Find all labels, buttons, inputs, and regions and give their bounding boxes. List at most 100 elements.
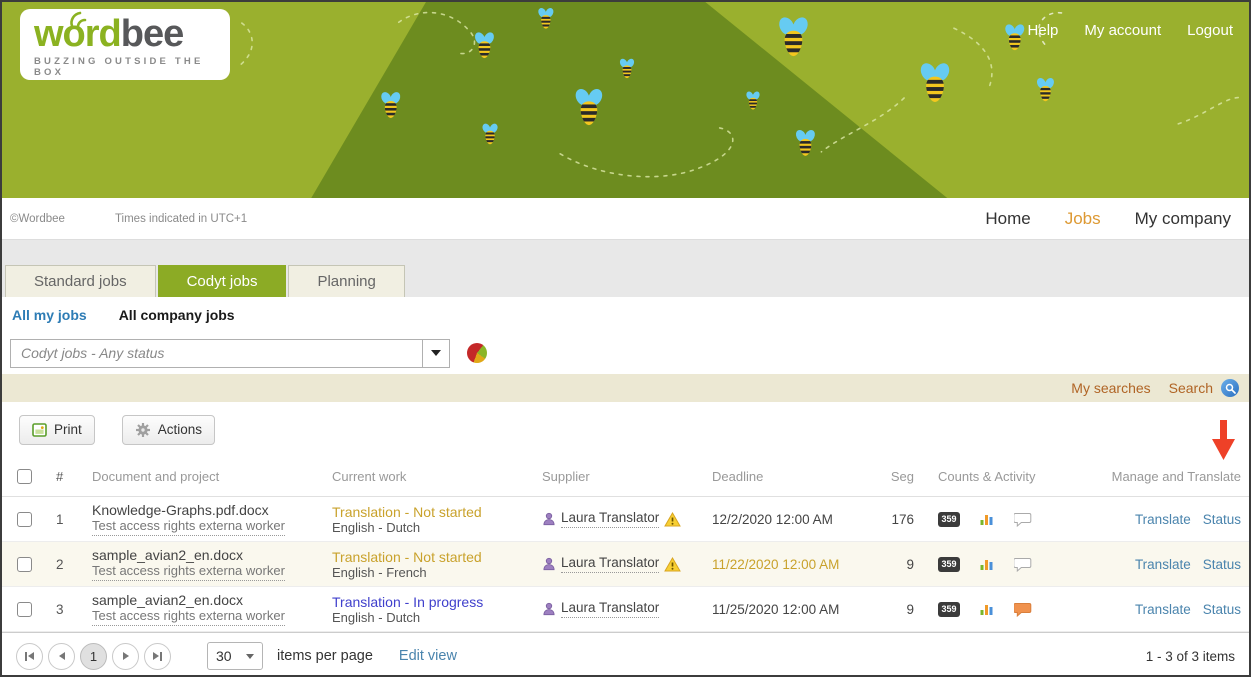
bee-icon	[745, 90, 761, 109]
page-size-value: 30	[216, 648, 232, 664]
table-row: 3 sample_avian2_en.docx Test access righ…	[2, 587, 1249, 632]
document-name[interactable]: Knowledge-Graphs.pdf.docx	[92, 502, 332, 518]
logo-bee: bee	[121, 13, 183, 55]
nav-jobs[interactable]: Jobs	[1065, 209, 1101, 229]
logo-tagline: BUZZING OUTSIDE THE BOX	[34, 56, 230, 78]
chevron-down-icon	[246, 654, 254, 659]
search-bar: My searches Search	[2, 374, 1249, 402]
jobs-tabstrip: Standard jobs Codyt jobs Planning	[2, 240, 1249, 297]
status-link[interactable]: Status	[1203, 602, 1241, 617]
person-icon	[542, 557, 556, 571]
row-checkbox[interactable]	[17, 512, 32, 527]
status-link[interactable]: Status	[1203, 557, 1241, 572]
segment-count: 176	[880, 512, 928, 527]
page-number-button[interactable]: 1	[80, 643, 107, 670]
tab-standard-jobs[interactable]: Standard jobs	[5, 265, 156, 297]
translate-link[interactable]: Translate	[1135, 602, 1191, 617]
activity-chart-icon[interactable]	[979, 512, 995, 526]
row-checkbox[interactable]	[17, 602, 32, 617]
person-icon	[542, 512, 556, 526]
status-link[interactable]: Status	[1203, 512, 1241, 527]
work-status: Translation - Not started	[332, 504, 542, 520]
project-name[interactable]: Test access rights externa worker	[92, 518, 285, 535]
annotation-arrow-down	[1211, 420, 1236, 460]
pie-chart-icon[interactable]	[467, 343, 487, 363]
bee-icon	[1035, 76, 1056, 101]
comment-icon[interactable]	[1014, 512, 1032, 527]
bee-icon	[776, 15, 810, 56]
supplier-name[interactable]: Laura Translator	[561, 555, 659, 573]
previous-page-button[interactable]	[48, 643, 75, 670]
table-row: 1 Knowledge-Graphs.pdf.docx Test access …	[2, 497, 1249, 542]
logo-text: wordbee	[34, 15, 230, 53]
word-count-icon[interactable]: 359	[938, 602, 960, 617]
work-status: Translation - Not started	[332, 549, 542, 565]
search-icon[interactable]	[1221, 379, 1239, 397]
activity-chart-icon[interactable]	[979, 557, 995, 571]
row-checkbox[interactable]	[17, 557, 32, 572]
subtab-all-my-jobs[interactable]: All my jobs	[12, 307, 87, 323]
print-button[interactable]: Print	[19, 415, 95, 445]
actions-toolbar: Print Actions	[2, 402, 1249, 457]
col-counts-activity: Counts & Activity	[928, 469, 1088, 484]
language-pair: English - Dutch	[332, 520, 542, 535]
page-size-select[interactable]: 30	[207, 642, 263, 670]
help-link[interactable]: Help	[1028, 22, 1059, 39]
col-document: Document and project	[92, 469, 332, 484]
document-name[interactable]: sample_avian2_en.docx	[92, 592, 332, 608]
my-account-link[interactable]: My account	[1084, 22, 1161, 39]
col-seg: Seg	[880, 469, 928, 484]
nav-home[interactable]: Home	[985, 209, 1030, 229]
language-pair: English - Dutch	[332, 610, 542, 625]
project-name[interactable]: Test access rights externa worker	[92, 563, 285, 580]
bee-icon	[573, 87, 605, 126]
word-count-icon[interactable]: 359	[938, 557, 960, 572]
pager: 1	[16, 643, 171, 670]
logout-link[interactable]: Logout	[1187, 22, 1233, 39]
status-filter-combo[interactable]: Codyt jobs - Any status	[10, 339, 450, 368]
activity-chart-icon[interactable]	[979, 602, 995, 616]
supplier-name[interactable]: Laura Translator	[561, 510, 659, 528]
items-range-label: 1 - 3 of 3 items	[1146, 649, 1235, 664]
comment-icon[interactable]	[1014, 557, 1032, 572]
timezone-note: Times indicated in UTC+1	[115, 213, 247, 225]
work-status: Translation - In progress	[332, 594, 542, 610]
nav-my-company[interactable]: My company	[1135, 209, 1231, 229]
subtab-all-company-jobs[interactable]: All company jobs	[119, 307, 235, 323]
print-button-label: Print	[54, 422, 82, 437]
tab-planning[interactable]: Planning	[288, 265, 404, 297]
edit-view-link[interactable]: Edit view	[399, 648, 457, 664]
brand-header: wordbee BUZZING OUTSIDE THE BOX Help My …	[2, 2, 1249, 198]
search-link[interactable]: Search	[1169, 380, 1213, 396]
warning-icon[interactable]	[664, 557, 681, 572]
last-page-button[interactable]	[144, 643, 171, 670]
wordbee-jobs-page: wordbee BUZZING OUTSIDE THE BOX Help My …	[0, 0, 1251, 677]
chevron-down-icon	[431, 350, 441, 356]
table-row: 2 sample_avian2_en.docx Test access righ…	[2, 542, 1249, 587]
next-page-button[interactable]	[112, 643, 139, 670]
document-name[interactable]: sample_avian2_en.docx	[92, 547, 332, 563]
translate-link[interactable]: Translate	[1135, 557, 1191, 572]
bee-icon	[1003, 23, 1026, 51]
bee-icon	[379, 90, 402, 118]
comment-icon-filled[interactable]	[1014, 602, 1032, 617]
word-count-icon[interactable]: 359	[938, 512, 960, 527]
status-filter-value[interactable]: Codyt jobs - Any status	[11, 340, 422, 367]
deadline: 12/2/2020 12:00 AM	[712, 512, 880, 527]
translate-link[interactable]: Translate	[1135, 512, 1191, 527]
select-all-checkbox[interactable]	[17, 469, 32, 484]
warning-icon[interactable]	[664, 512, 681, 527]
tab-codyt-jobs[interactable]: Codyt jobs	[158, 265, 287, 297]
first-page-button[interactable]	[16, 643, 43, 670]
col-deadline: Deadline	[712, 469, 880, 484]
jobs-table-header: # Document and project Current work Supp…	[2, 457, 1249, 497]
print-icon	[32, 423, 47, 437]
actions-button[interactable]: Actions	[122, 415, 215, 445]
status-filter-dropdown-button[interactable]	[422, 340, 449, 367]
language-pair: English - French	[332, 565, 542, 580]
bee-icon	[918, 61, 952, 102]
wordbee-logo[interactable]: wordbee BUZZING OUTSIDE THE BOX	[20, 9, 230, 80]
my-searches-link[interactable]: My searches	[1071, 380, 1150, 396]
project-name[interactable]: Test access rights externa worker	[92, 608, 285, 625]
supplier-name[interactable]: Laura Translator	[561, 600, 659, 618]
